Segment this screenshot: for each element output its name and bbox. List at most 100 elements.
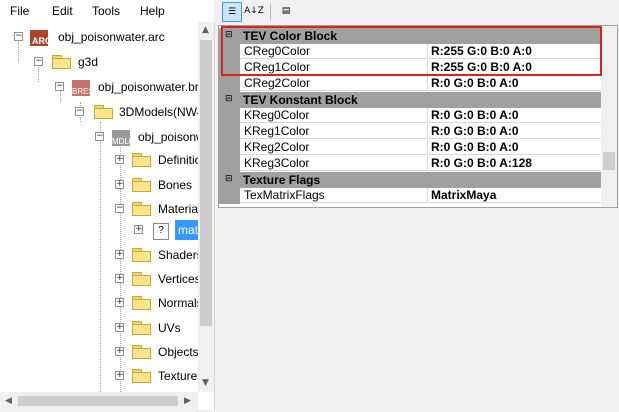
tree-node-uvs[interactable]: + UVs [0,318,198,338]
tree-node-3dmodels[interactable]: − 3DModels(NW4R) [0,102,214,122]
tree-node-label: mat [175,220,198,240]
property-row[interactable]: CReg0Color R:255 G:0 B:0 A:0 [219,44,602,60]
brres-icon: BRES [72,80,94,96]
tree-node-g3d[interactable]: − g3d [0,52,198,72]
tree-node-textures[interactable]: + Textures [0,366,203,386]
collapse-icon[interactable]: − [115,204,124,213]
property-row[interactable]: KReg0Color R:0 G:0 B:0 A:0 [219,108,602,124]
expand-icon[interactable]: + [115,274,124,283]
menu-edit[interactable]: Edit [52,4,73,18]
folder-icon [132,248,151,262]
scroll-up-icon[interactable]: ▲ [202,25,209,35]
tree-node-mdl0[interactable]: − MDL0 obj_poisonwater [0,127,214,147]
expand-icon[interactable]: + [115,371,124,380]
tree-node-root[interactable]: − ARC obj_poisonwater.arc [0,27,198,47]
property-value[interactable]: R:0 G:0 B:0 A:0 [429,140,602,155]
property-value[interactable]: R:0 G:0 B:0 A:128 [429,156,602,171]
property-name: KReg3Color [240,156,428,171]
menu-help[interactable]: Help [140,4,165,18]
expand-icon[interactable]: + [134,225,143,234]
scroll-thumb[interactable] [603,152,615,170]
menu-bar: File Edit Tools Help [0,0,214,22]
description-panel [218,208,619,412]
tree-node-material-selected[interactable]: + ? mat [0,220,198,240]
unknown-file-icon: ? [153,223,169,240]
property-row[interactable]: CReg1Color R:255 G:0 B:0 A:0 [219,60,602,76]
tree-node-label: UVs [158,321,181,335]
scroll-down-icon[interactable]: ▼ [202,378,209,388]
collapse-icon[interactable]: − [75,107,84,116]
file-tree[interactable]: − ARC obj_poisonwater.arc − g3d − BRES o… [0,22,215,410]
property-name: CReg1Color [240,60,428,75]
folder-icon [132,153,151,167]
folder-icon [132,321,151,335]
category-tev-color-block[interactable]: ⊟ TEV Color Block [219,28,602,44]
tree-node-shaders[interactable]: + Shaders [0,245,203,265]
scroll-thumb[interactable] [18,396,178,406]
property-value[interactable]: MatrixMaya [429,188,602,203]
folder-icon [132,272,151,286]
property-value[interactable]: R:255 G:0 B:0 A:0 [429,44,602,59]
tree-node-normals[interactable]: + Normals [0,293,203,313]
property-pages-button[interactable]: ▤ [276,2,296,22]
property-value[interactable]: R:255 G:0 B:0 A:0 [429,60,602,75]
expand-icon[interactable]: + [115,298,124,307]
collapse-icon[interactable]: ⊟ [225,174,233,184]
folder-icon [132,202,151,216]
scroll-thumb[interactable] [200,40,212,326]
scroll-left-icon[interactable]: ◀ [5,396,12,406]
collapse-icon[interactable]: ⊟ [225,94,233,104]
collapse-icon[interactable]: − [55,82,64,91]
tree-node-label: obj_poisonwater.arc [58,30,165,44]
collapse-icon[interactable]: − [14,32,23,41]
tree-node-materials[interactable]: − Materials [0,199,207,219]
archive-icon: ARC [30,30,52,46]
tree-horizontal-scrollbar[interactable]: ◀ ▶ [0,392,198,410]
grid-vertical-scrollbar[interactable] [601,26,617,207]
property-row[interactable]: KReg3Color R:0 G:0 B:0 A:128 [219,156,602,172]
category-tev-konstant-block[interactable]: ⊟ TEV Konstant Block [219,92,602,108]
tree-node-label: Textures [158,369,204,383]
tree-node-label: g3d [78,55,99,69]
property-name: CReg2Color [240,76,428,91]
property-name: KReg1Color [240,124,428,139]
expand-icon[interactable]: + [115,323,124,332]
collapse-icon[interactable]: ⊟ [225,30,233,40]
toolbar-separator [270,4,271,20]
property-grid[interactable]: ⊟ TEV Color Block CReg0Color R:255 G:0 B… [218,25,618,208]
property-value[interactable]: R:0 G:0 B:0 A:0 [429,76,602,91]
scroll-right-icon[interactable]: ▶ [184,396,191,406]
categorized-button[interactable]: ☰ [222,2,242,22]
property-value[interactable]: R:0 G:0 B:0 A:0 [429,124,602,139]
property-row[interactable]: CReg2Color R:0 G:0 B:0 A:0 [219,76,602,92]
categorized-icon: ☰ [227,7,237,17]
property-row[interactable]: TexMatrixFlags MatrixMaya [219,188,602,204]
expand-icon[interactable]: + [115,250,124,259]
tree-node-definitions[interactable]: + Definitions [0,150,214,170]
category-texture-flags[interactable]: ⊟ Texture Flags [219,172,602,188]
menu-tools[interactable]: Tools [92,4,120,18]
property-value[interactable]: R:0 G:0 B:0 A:0 [429,108,602,123]
expand-icon[interactable]: + [115,180,124,189]
tree-node-brres[interactable]: − BRES obj_poisonwater.brres [0,77,214,97]
expand-icon[interactable]: + [115,155,124,164]
tree-node-objects[interactable]: + Objects [0,342,199,362]
property-pages-icon: ▤ [281,6,291,16]
collapse-icon[interactable]: − [34,57,43,66]
expand-icon[interactable]: + [115,347,124,356]
tree-node-vertices[interactable]: + Vertices [0,269,201,289]
sort-alphabetical-icon: A↓Z [244,6,264,16]
tree-node-label: Normals [158,296,203,310]
alphabetical-button[interactable]: A↓Z [244,2,264,22]
collapse-icon[interactable]: − [95,132,104,141]
tree-vertical-scrollbar[interactable]: ▲ ▼ [198,22,214,392]
folder-icon [132,369,151,383]
property-name: KReg2Color [240,140,428,155]
tree-node-bones[interactable]: + Bones [0,175,198,195]
property-row[interactable]: KReg1Color R:0 G:0 B:0 A:0 [219,124,602,140]
property-row[interactable]: KReg2Color R:0 G:0 B:0 A:0 [219,140,602,156]
property-name: CReg0Color [240,44,428,59]
tree-node-label: Bones [158,178,193,192]
tree-node-label: Objects [158,345,199,359]
menu-file[interactable]: File [10,4,29,18]
